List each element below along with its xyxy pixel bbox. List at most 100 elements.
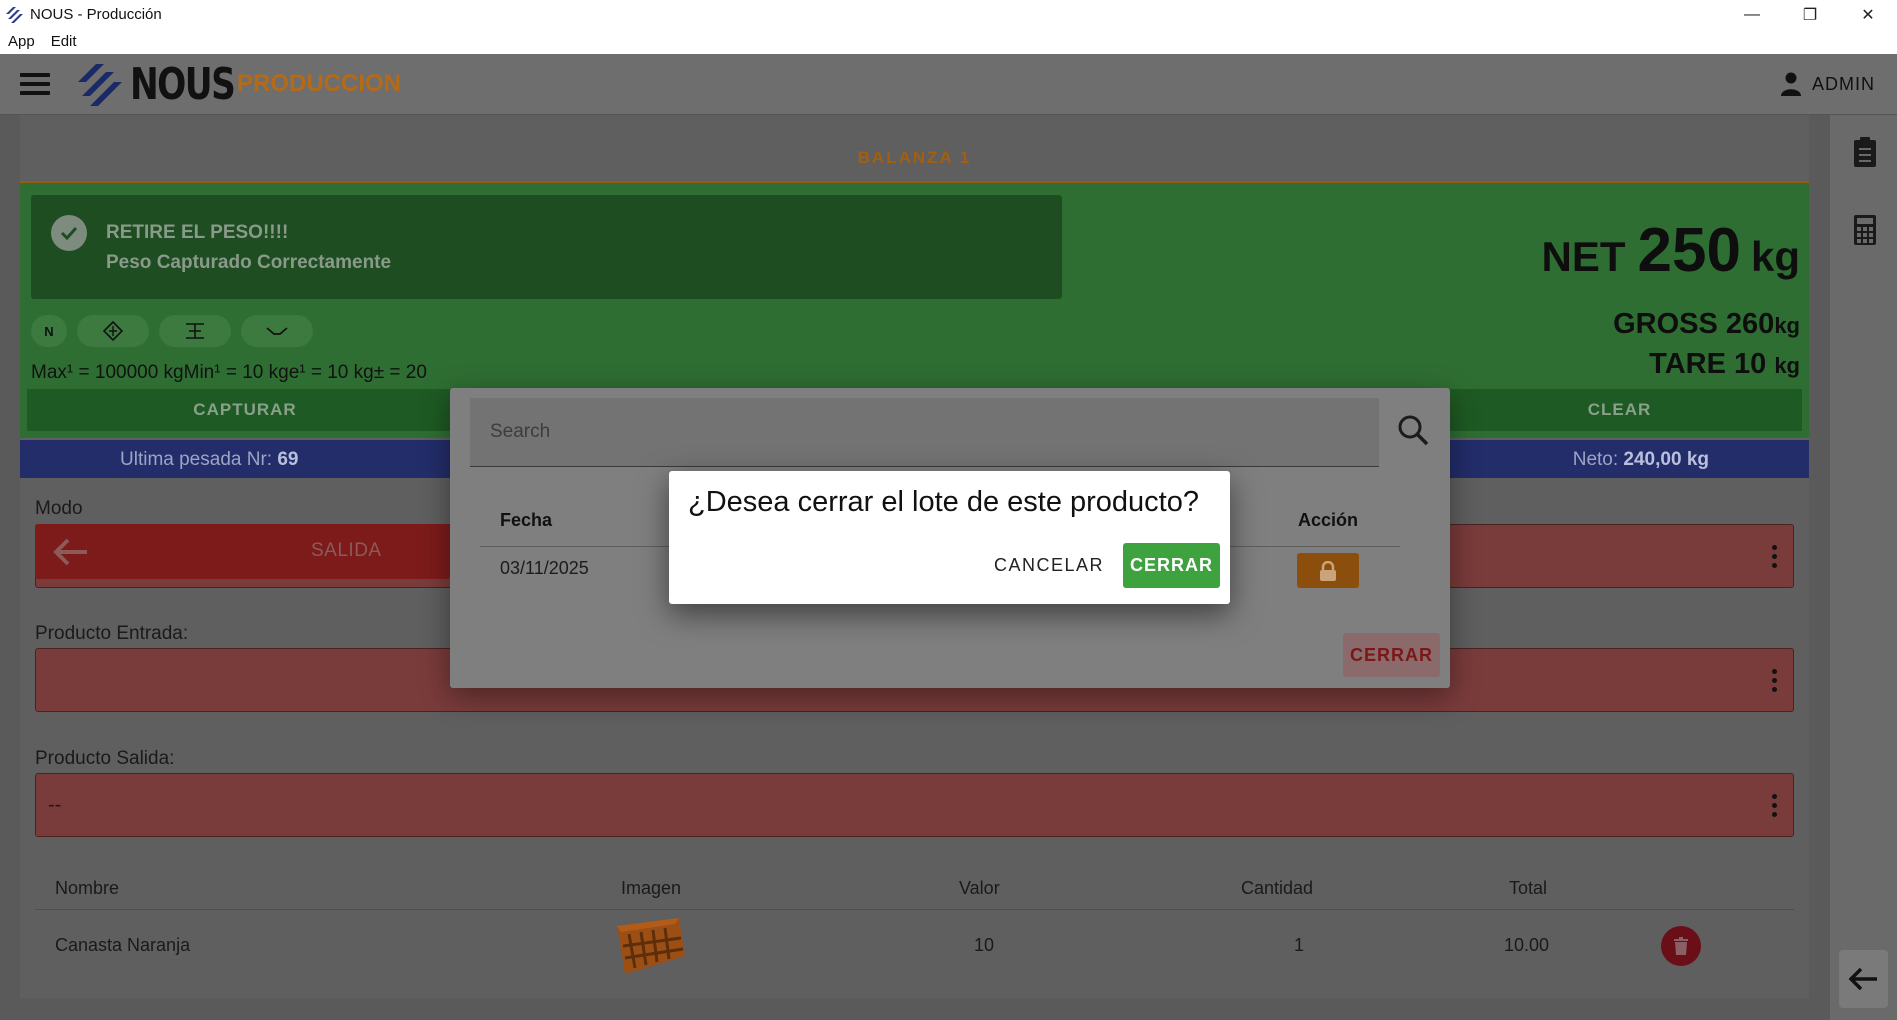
alert-title: RETIRE EL PESO!!!! [106,222,289,243]
net-total: Neto: 240,00 kg [1573,449,1709,471]
window-title: NOUS - Producción [30,6,162,23]
confirm-close-lot-dialog: ¿Desea cerrar el lote de este producto? … [669,471,1230,604]
row-total: 10.00 [1504,935,1550,955]
clipboard-button[interactable] [1850,135,1880,169]
cancel-label: CANCELAR [994,555,1105,575]
user-icon [1781,72,1801,96]
search-input[interactable]: Search [470,398,1379,467]
modo-value: SALIDA [311,540,382,561]
modo-salida-button[interactable]: SALIDA [35,524,450,579]
net-total-label: Neto: [1572,449,1624,470]
row-nombre: Canasta Naranja [55,935,191,955]
check-circle-icon [51,215,87,251]
scale-capacity: Max¹ = 100000 kgMin¹ = 10 kge¹ = 10 kg± … [31,362,427,383]
alert-subtitle: Peso Capturado Correctamente [106,252,392,273]
back-button[interactable] [1839,950,1888,1008]
col-valor: Valor [959,878,1000,898]
modo-label: Modo [35,498,83,519]
status-alert: RETIRE EL PESO!!!! Peso Capturado Correc… [31,195,1062,299]
lock-icon [1320,560,1336,581]
net-unit: kg [1750,233,1800,280]
net-label: NET [1541,233,1626,280]
menu-edit[interactable]: Edit [51,33,77,50]
last-weighing-label: Ultima pesada Nr: [120,449,278,470]
chip-n-label: N [44,323,54,339]
app-logo-icon [6,6,23,23]
confirm-label: CERRAR [1129,555,1213,575]
arrow-left-icon [53,538,87,566]
user-name: ADMIN [1812,73,1875,94]
producto-salida-select[interactable]: -- [35,773,1794,837]
col-total: Total [1509,878,1548,898]
calculator-icon [1854,215,1876,245]
tare-unit: kg [1774,353,1800,378]
brand-logo: NOUS [74,58,264,110]
restore-icon: ❐ [1802,6,1818,24]
more-vert-icon[interactable] [1772,794,1777,817]
col-accion: Acción [1298,510,1359,530]
restore-button[interactable]: ❐ [1781,0,1839,29]
confirm-question: ¿Desea cerrar el lote de este producto? [688,486,1199,518]
net-value: 250 [1637,216,1741,285]
gross-weight: GROSS 260kg [1613,308,1800,341]
tare-chip[interactable] [159,315,231,347]
menu-app[interactable]: App [8,33,35,50]
capture-label: CAPTURAR [193,400,297,419]
close-window-button[interactable]: ✕ [1839,0,1897,29]
module-title: PRODUCCION [237,70,402,97]
last-weighing: Ultima pesada Nr: 69 [120,449,298,471]
tare-weight: TARE 10 kg [1649,348,1800,381]
zero-chip[interactable] [77,315,149,347]
net-mode-chip[interactable]: N [31,315,67,347]
clear-button[interactable]: CLEAR [1437,389,1802,431]
window-titlebar: NOUS - Producción — ❐ ✕ [0,0,1897,29]
scale-title: BALANZA 1 [857,148,972,167]
nous-logo-icon [78,64,122,106]
gross-unit: kg [1774,313,1800,338]
scale-chip[interactable] [241,315,313,347]
logo-text: NOUS [130,58,236,110]
minimize-button[interactable]: — [1723,0,1781,29]
right-rail [1830,115,1897,1020]
hamburger-menu-icon[interactable] [20,73,50,95]
lot-row-fecha: 03/11/2025 [500,558,589,578]
search-dialog-close-button[interactable]: CERRAR [1343,633,1440,677]
more-vert-icon[interactable] [1772,669,1777,692]
last-weighing-value: 69 [277,449,299,470]
producto-entrada-label: Producto Entrada: [35,623,189,644]
tare-label: TARE 10 [1649,348,1767,380]
row-valor: 10 [974,935,995,955]
cancel-button[interactable]: CANCELAR [994,543,1104,588]
table-header: Nombre Imagen Valor Cantidad Total [35,868,1794,910]
gross-label: GROSS 260 [1613,308,1775,340]
net-weight: NET 250 kg [1542,215,1800,286]
col-cantidad: Cantidad [1241,878,1314,898]
clear-label: CLEAR [1587,400,1652,419]
app-header: NOUS PRODUCCION ADMIN [0,54,1897,115]
menubar: App Edit [0,29,1897,54]
capture-button[interactable]: CAPTURAR [27,389,463,431]
close-label: CERRAR [1349,644,1433,665]
tare-icon [186,323,204,339]
scale-icon [266,327,288,335]
net-total-value: 240,00 kg [1623,449,1709,470]
calculator-button[interactable] [1850,213,1880,247]
close-lot-button[interactable] [1297,553,1359,588]
user-menu[interactable]: ADMIN [1780,72,1875,96]
col-nombre: Nombre [55,878,120,898]
table-row: Canasta Naranja 10 1 10.00 [35,918,1794,974]
zero-icon [103,321,123,341]
delete-row-button[interactable] [1661,926,1701,966]
col-imagen: Imagen [621,878,682,898]
confirm-cerrar-button[interactable]: CERRAR [1123,543,1220,588]
producto-salida-label: Producto Salida: [35,748,175,769]
search-placeholder: Search [490,421,551,442]
arrow-left-icon [1848,967,1877,991]
row-cantidad: 1 [1294,935,1305,955]
search-icon[interactable] [1397,414,1429,446]
clipboard-icon [1854,137,1876,167]
minimize-icon: — [1744,5,1760,23]
close-icon: ✕ [1861,6,1875,24]
producto-salida-value: -- [48,794,62,816]
more-vert-icon[interactable] [1772,545,1777,568]
